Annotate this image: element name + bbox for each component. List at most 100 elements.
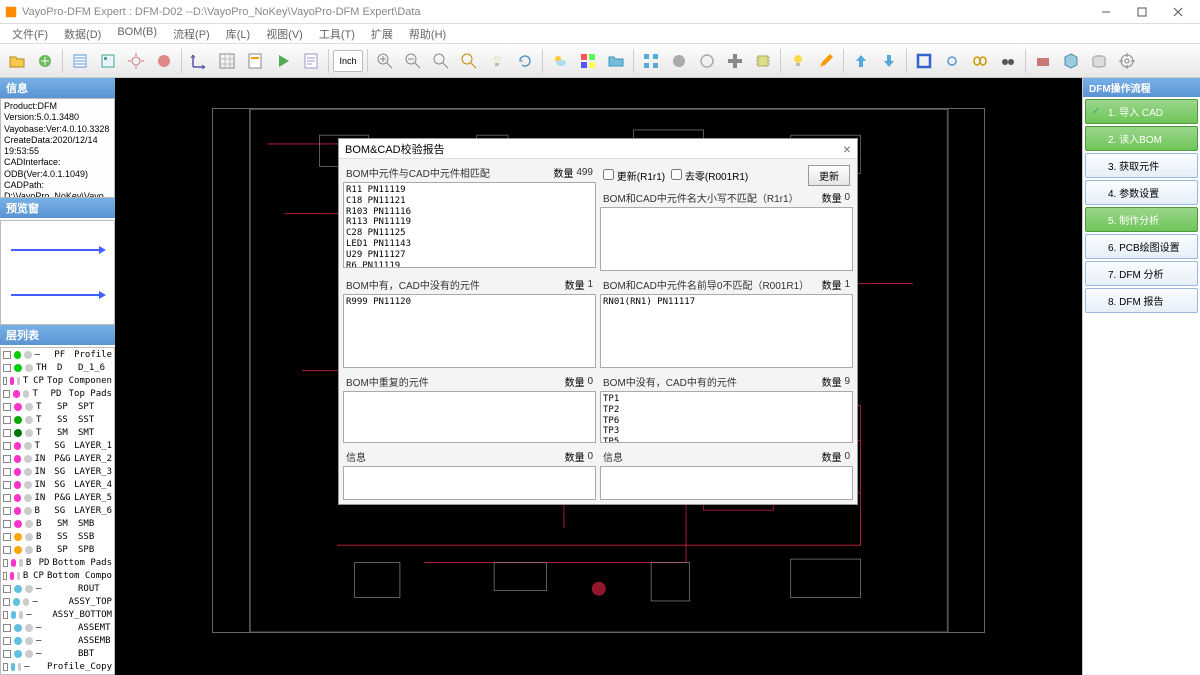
bomonly-listbox[interactable]: R999 PN11120: [343, 294, 596, 368]
weather-icon[interactable]: [547, 48, 573, 74]
step-3[interactable]: 3. 获取元件: [1085, 153, 1198, 178]
layer-row[interactable]: B PD Bottom Pads: [1, 556, 114, 569]
zoom-in-icon[interactable]: [372, 48, 398, 74]
layer-row[interactable]: T SM SMT: [1, 426, 114, 439]
select-icon[interactable]: [638, 48, 664, 74]
case-listbox[interactable]: [600, 207, 853, 271]
layer-row[interactable]: — ASSY_BOTTOM: [1, 608, 114, 621]
section-info2-label: 信息: [603, 449, 822, 464]
db-icon[interactable]: [1086, 48, 1112, 74]
menu-view[interactable]: 视图(V): [258, 24, 311, 43]
zero-listbox[interactable]: RN01(RN1) PN11117: [600, 294, 853, 368]
grid-icon[interactable]: [214, 48, 240, 74]
match-listbox[interactable]: R11 PN11119C18 PN11121R103 PN11116R113 P…: [343, 182, 596, 268]
coord-icon[interactable]: [186, 48, 212, 74]
menu-file[interactable]: 文件(F): [4, 24, 56, 43]
layers-panel[interactable]: — PF Profile TH D D_1_6 T CP Top Compone…: [0, 347, 115, 675]
step-6[interactable]: 6. PCB绘图设置: [1085, 234, 1198, 259]
step-2[interactable]: 2. 读入BOM: [1085, 126, 1198, 151]
link-icon[interactable]: [939, 48, 965, 74]
binoc-icon[interactable]: [995, 48, 1021, 74]
layer-row[interactable]: — ASSEMB: [1, 634, 114, 647]
dup-listbox[interactable]: [343, 391, 596, 443]
stripzero-checkbox[interactable]: 去零(R001R1): [671, 168, 748, 183]
rotate-icon[interactable]: [512, 48, 538, 74]
export-icon[interactable]: [1030, 48, 1056, 74]
chip-icon[interactable]: [750, 48, 776, 74]
zoom-out-icon[interactable]: [400, 48, 426, 74]
layer-row[interactable]: IN SG LAYER_4: [1, 478, 114, 491]
analysis-icon[interactable]: [151, 48, 177, 74]
arrow-up-icon[interactable]: [848, 48, 874, 74]
bulb-icon[interactable]: [785, 48, 811, 74]
dialog-close-icon[interactable]: ×: [843, 141, 851, 157]
menu-lib[interactable]: 库(L): [218, 24, 258, 43]
cross-icon[interactable]: [722, 48, 748, 74]
layer-row[interactable]: T PD Top Pads: [1, 387, 114, 400]
update-checkbox[interactable]: 更新(R1r1): [603, 168, 665, 183]
info2-listbox[interactable]: [600, 466, 853, 500]
zoom-area-icon[interactable]: [456, 48, 482, 74]
layer-row[interactable]: IN SG LAYER_3: [1, 465, 114, 478]
section-cadonly-label: BOM中没有，CAD中有的元件: [603, 374, 822, 389]
layer-row[interactable]: — ROUT: [1, 582, 114, 595]
circle-outline-icon[interactable]: [694, 48, 720, 74]
maximize-button[interactable]: [1124, 1, 1160, 23]
layer-row[interactable]: B SS SSB: [1, 530, 114, 543]
update-button[interactable]: 更新: [808, 165, 850, 186]
square-icon[interactable]: [911, 48, 937, 74]
sheet-icon[interactable]: [242, 48, 268, 74]
layer-row[interactable]: — ASSEMT: [1, 621, 114, 634]
minimize-button[interactable]: [1088, 1, 1124, 23]
step-8[interactable]: 8. DFM 报告: [1085, 288, 1198, 313]
step-1[interactable]: ✓1. 导入 CAD: [1085, 99, 1198, 124]
gear-icon[interactable]: [123, 48, 149, 74]
arrow-down-icon[interactable]: [876, 48, 902, 74]
report-icon[interactable]: [298, 48, 324, 74]
menu-data[interactable]: 数据(D): [56, 24, 109, 43]
menu-bom[interactable]: BOM(B): [109, 24, 165, 43]
layer-row[interactable]: T SG LAYER_1: [1, 439, 114, 452]
layer-row[interactable]: B SP SPB: [1, 543, 114, 556]
cadonly-listbox[interactable]: TP1TP2TP6TP3TP5TP4fid1fid2fid3: [600, 391, 853, 443]
color-icon[interactable]: [575, 48, 601, 74]
info1-listbox[interactable]: [343, 466, 596, 500]
layer-row[interactable]: T SP SPT: [1, 400, 114, 413]
dialog-titlebar[interactable]: BOM&CAD校验报告 ×: [339, 139, 857, 159]
layer-row[interactable]: T SS SST: [1, 413, 114, 426]
layer-row[interactable]: — PF Profile: [1, 348, 114, 361]
unit-indicator[interactable]: Inch: [333, 50, 363, 72]
folder-icon[interactable]: [603, 48, 629, 74]
layer-row[interactable]: B CP Bottom Compo: [1, 569, 114, 582]
menu-help[interactable]: 帮助(H): [401, 24, 454, 43]
cad-icon[interactable]: [95, 48, 121, 74]
zoom-fit-icon[interactable]: [428, 48, 454, 74]
layer-row[interactable]: IN P&G LAYER_2: [1, 452, 114, 465]
step-5[interactable]: 5. 制作分析: [1085, 207, 1198, 232]
target-icon[interactable]: [1114, 48, 1140, 74]
layer-row[interactable]: IN P&G LAYER_5: [1, 491, 114, 504]
step-7[interactable]: 7. DFM 分析: [1085, 261, 1198, 286]
menu-flow[interactable]: 流程(P): [165, 24, 218, 43]
run-icon[interactable]: [270, 48, 296, 74]
menu-ext[interactable]: 扩展: [363, 24, 401, 43]
circle-fill-icon[interactable]: [666, 48, 692, 74]
menu-tools[interactable]: 工具(T): [311, 24, 363, 43]
layer-row[interactable]: B SG LAYER_6: [1, 504, 114, 517]
close-button[interactable]: [1160, 1, 1196, 23]
bulb-off-icon[interactable]: [484, 48, 510, 74]
layer-row[interactable]: — BBT: [1, 647, 114, 660]
section-match-label: BOM中元件与CAD中元件相匹配: [346, 165, 554, 180]
open-icon[interactable]: [4, 48, 30, 74]
layer-row[interactable]: — Profile_Copy: [1, 660, 114, 673]
pencil-icon[interactable]: [813, 48, 839, 74]
layer-row[interactable]: — ASSY_TOP: [1, 595, 114, 608]
step-4[interactable]: 4. 参数设置: [1085, 180, 1198, 205]
layer-row[interactable]: T CP Top Componen: [1, 374, 114, 387]
layer-row[interactable]: TH D D_1_6: [1, 361, 114, 374]
layer-row[interactable]: B SM SMB: [1, 517, 114, 530]
import-icon[interactable]: [32, 48, 58, 74]
gold-link-icon[interactable]: [967, 48, 993, 74]
cube-icon[interactable]: [1058, 48, 1084, 74]
bom-icon[interactable]: [67, 48, 93, 74]
